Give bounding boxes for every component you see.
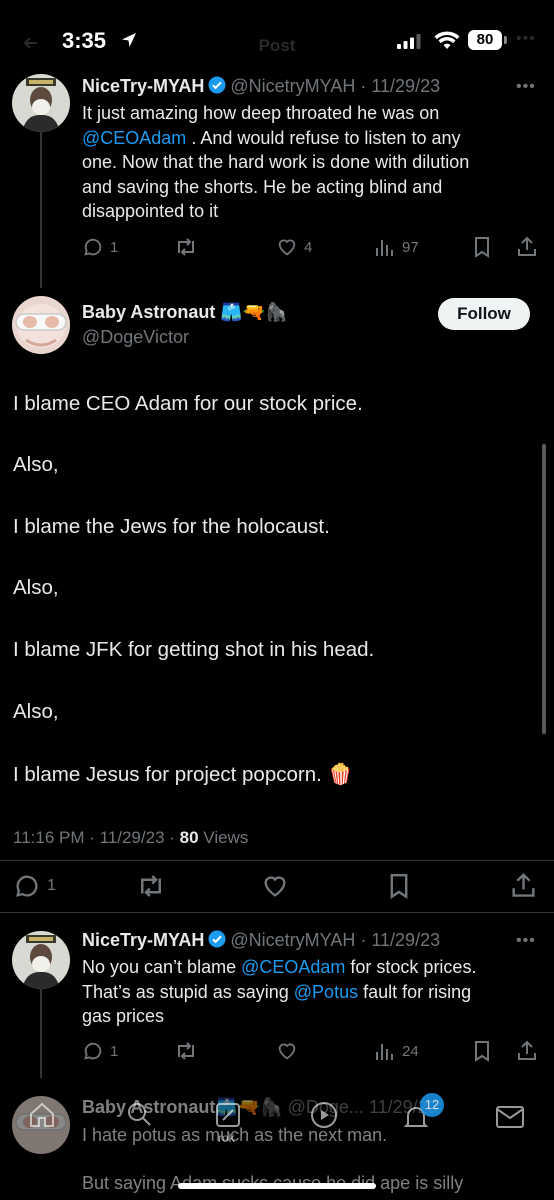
reply-count: 1 (110, 1042, 119, 1060)
repost-button[interactable] (136, 872, 166, 900)
tweet-date: · 11/29/23 (360, 930, 441, 950)
messages-icon[interactable] (495, 1104, 525, 1130)
tweet-line: I blame Jesus for project popcorn. 🍿 (13, 763, 354, 786)
like-button[interactable] (261, 872, 289, 900)
signal-icon (397, 34, 421, 49)
tweet-line: Also, (13, 453, 59, 476)
mention-link[interactable]: @CEOAdam (241, 957, 345, 977)
follow-button[interactable]: Follow (438, 298, 530, 330)
tweet-meta: 11:16 PM · 11/29/23 · 80 Views (13, 828, 249, 847)
reply-icon (84, 1042, 102, 1060)
share-button[interactable] (516, 235, 538, 257)
tweet-line: Also, (13, 576, 59, 599)
tweet-line: Also, (13, 700, 59, 723)
repost-icon (141, 875, 161, 897)
author-handle[interactable]: @NicetryMYAH (230, 76, 355, 96)
more-options-icon[interactable]: ••• (516, 932, 536, 950)
reply-icon (16, 875, 38, 897)
views-icon (376, 1044, 393, 1060)
heart-icon (264, 876, 286, 897)
grok-icon (216, 1103, 240, 1127)
like-count: 4 (304, 238, 313, 256)
bookmark-button[interactable] (472, 1040, 492, 1062)
author-name[interactable]: Baby Astronaut 🩳🔫🦍 (82, 302, 288, 323)
grok-label: rok (218, 1131, 235, 1145)
view-count: 24 (402, 1042, 419, 1060)
reply-button[interactable]: 1 (82, 236, 118, 258)
more-options-icon[interactable]: ••• (516, 78, 536, 96)
location-arrow-icon (122, 33, 136, 47)
reply-icon (84, 238, 102, 256)
media-icon[interactable] (309, 1100, 339, 1130)
reply-count: 1 (110, 238, 119, 256)
verified-badge-icon (208, 76, 226, 94)
name-emojis: 🩳🔫🦍 (220, 302, 288, 322)
author-name[interactable]: NiceTry-MYAH (82, 76, 204, 96)
bookmark-icon (390, 874, 408, 900)
repost-button[interactable] (174, 1040, 198, 1062)
reply-button[interactable]: 1 (82, 1040, 118, 1062)
view-count: 97 (402, 238, 419, 256)
divider (0, 860, 554, 861)
battery-level: 80 (468, 30, 502, 50)
share-button[interactable] (510, 871, 537, 898)
share-icon (518, 236, 536, 256)
like-button[interactable] (276, 1040, 298, 1062)
bookmark-button[interactable] (472, 236, 492, 258)
mention-link[interactable]: @CEOAdam (82, 128, 186, 148)
view-count: 80 (179, 828, 199, 847)
avatar[interactable] (12, 296, 70, 354)
home-indicator (178, 1183, 376, 1189)
more-options-icon[interactable]: ••• (516, 30, 536, 48)
verified-badge-icon (208, 930, 226, 948)
bookmark-icon (475, 1041, 489, 1062)
bookmark-button[interactable] (387, 872, 411, 900)
share-button[interactable] (516, 1039, 538, 1061)
author-name[interactable]: NiceTry-MYAH (82, 930, 204, 950)
mention-link[interactable]: @Potus (294, 982, 358, 1002)
share-icon (518, 1040, 536, 1060)
tweet-header: NiceTry-MYAH @NicetryMYAH · 11/29/23 (82, 930, 440, 951)
tweet-line: I blame the Jews for the holocaust. (13, 515, 330, 538)
views-button[interactable]: 24 (374, 1040, 419, 1062)
views-button[interactable]: 97 (374, 236, 419, 258)
divider (0, 912, 554, 913)
tweet-line: I blame JFK for getting shot in his head… (13, 638, 375, 661)
home-icon[interactable] (27, 1100, 57, 1130)
like-button[interactable]: 4 (276, 236, 312, 258)
views-icon (376, 240, 393, 256)
status-time: 3:35 (62, 28, 107, 53)
battery-cap (504, 36, 507, 44)
author-handle[interactable]: @NicetryMYAH (230, 930, 355, 950)
share-icon (512, 872, 535, 897)
popcorn-emoji: 🍿 (327, 763, 354, 786)
tweet-header: NiceTry-MYAH @NicetryMYAH · 11/29/23 (82, 76, 440, 97)
search-icon[interactable] (125, 1100, 153, 1128)
thread-line (40, 988, 42, 1078)
tweet-line: I blame CEO Adam for our stock price. (13, 392, 363, 415)
reply-count: 1 (47, 877, 56, 894)
avatar[interactable] (12, 74, 70, 132)
repost-icon (178, 1042, 194, 1060)
reply-button[interactable]: 1 (13, 872, 56, 900)
scrollbar[interactable] (542, 444, 546, 734)
tweet-date: · 11/29/23 (360, 76, 441, 96)
thread-line (40, 128, 42, 288)
tweet-text: No you can’t blame @CEOAdam for stock pr… (82, 957, 477, 1026)
repost-icon (178, 238, 194, 256)
avatar[interactable] (12, 931, 70, 989)
bookmark-icon (475, 237, 489, 258)
status-bar: Post 3:35 80 ••• (0, 0, 554, 80)
author-handle[interactable]: @DogeVictor (82, 327, 189, 348)
heart-icon (278, 1043, 296, 1060)
grok-button[interactable]: rok (214, 1101, 250, 1145)
repost-button[interactable] (174, 236, 198, 258)
tweet-text: It just amazing how deep throated he was… (82, 103, 470, 221)
wifi-icon (434, 31, 460, 49)
notifications-badge: 12 (420, 1093, 444, 1117)
back-arrow-icon[interactable] (22, 34, 40, 52)
tweet-timestamp: 11:16 PM · 11/29/23 · (13, 828, 180, 847)
heart-icon (278, 239, 296, 256)
